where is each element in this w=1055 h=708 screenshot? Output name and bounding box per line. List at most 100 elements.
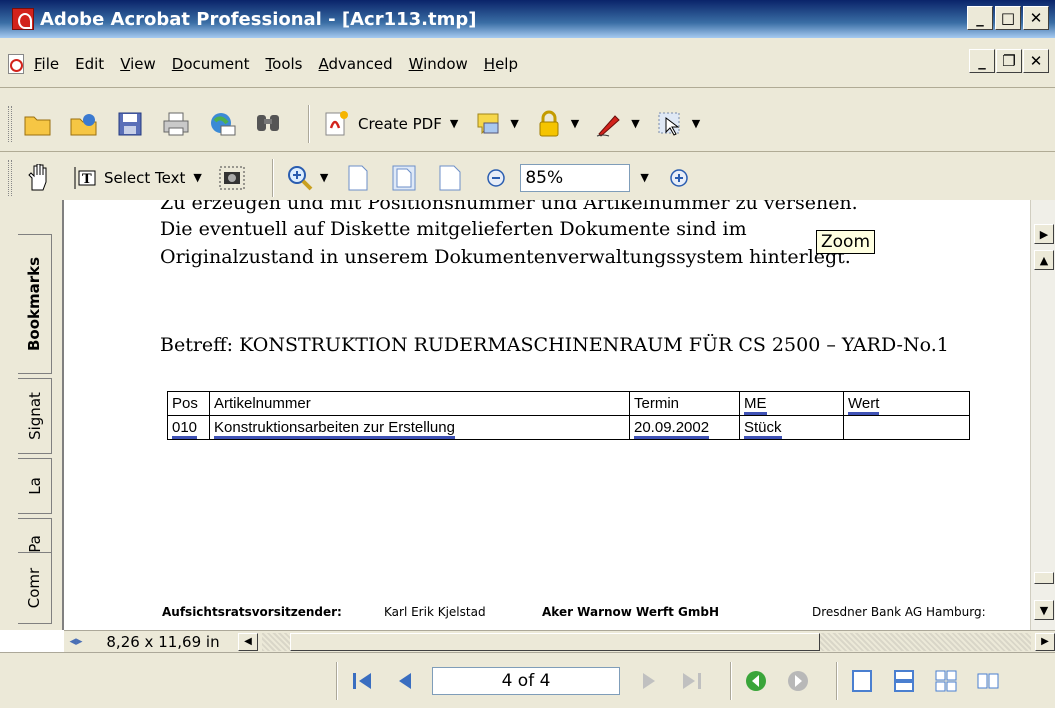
actual-size-icon[interactable]: [342, 162, 374, 194]
svg-text:T: T: [82, 172, 92, 187]
scroll-up-arrow-icon[interactable]: ▲: [1034, 250, 1054, 270]
select-dropdown-icon[interactable]: ▼: [193, 171, 201, 184]
footer-name: Karl Erik Kjelstad: [384, 605, 486, 619]
menu-advanced[interactable]: Advanced: [319, 55, 393, 73]
menu-tools[interactable]: Tools: [266, 55, 303, 73]
document-icon[interactable]: [6, 53, 26, 75]
forms-dropdown-icon[interactable]: ▼: [692, 117, 700, 130]
open-icon[interactable]: [22, 108, 54, 140]
table-cell: 20.09.2002: [629, 415, 740, 440]
zoom-level-dropdown-icon[interactable]: ▼: [640, 171, 648, 184]
facing-icon[interactable]: [974, 667, 1002, 695]
zoom-in-tool-icon[interactable]: [284, 162, 316, 194]
save-icon[interactable]: [114, 108, 146, 140]
window-title: Adobe Acrobat Professional - [Acr113.tmp…: [40, 8, 477, 30]
nav-separator: [836, 661, 838, 700]
page-number-field[interactable]: 4 of 4: [432, 666, 620, 695]
menu-edit[interactable]: Edit: [75, 55, 104, 73]
first-page-icon[interactable]: [348, 667, 376, 695]
menu-document[interactable]: Document: [172, 55, 250, 73]
continuous-icon[interactable]: [890, 667, 918, 695]
next-page-arrow-icon[interactable]: ▶: [1034, 224, 1054, 244]
table-cell: 010: [167, 415, 210, 440]
create-pdf-icon[interactable]: [320, 108, 352, 140]
secure-dropdown-icon[interactable]: ▼: [571, 117, 579, 130]
tab-comments[interactable]: Comr: [18, 552, 52, 624]
snapshot-icon[interactable]: [216, 162, 248, 194]
toolbar-separator: [308, 104, 310, 143]
scroll-down-arrow-icon[interactable]: ▼: [1034, 600, 1054, 620]
pen-icon[interactable]: [593, 108, 625, 140]
horizontal-scroll-track[interactable]: [262, 632, 1031, 651]
next-view-icon[interactable]: [784, 667, 812, 695]
next-page-icon[interactable]: [636, 667, 664, 695]
print-icon[interactable]: [160, 108, 192, 140]
table-header: Pos: [167, 391, 210, 416]
doc-line: Originalzustand in unserem Dokumentenver…: [160, 246, 851, 268]
select-text-label[interactable]: Select Text: [104, 169, 185, 187]
previous-page-icon[interactable]: [390, 667, 418, 695]
last-page-icon[interactable]: [678, 667, 706, 695]
menu-bar: File Edit View Document Tools Advanced W…: [0, 40, 1055, 88]
fit-width-icon[interactable]: [434, 162, 466, 194]
organizer-icon[interactable]: [68, 108, 100, 140]
horizontal-scroll-thumb[interactable]: [290, 632, 820, 651]
search-icon[interactable]: [252, 108, 284, 140]
doc-close-button[interactable]: ✕: [1023, 49, 1049, 73]
table-header: Wert: [843, 391, 970, 416]
scroll-right-arrow-icon[interactable]: ▶: [1035, 632, 1055, 651]
table-header-row: Pos Artikelnummer Termin ME Wert: [167, 391, 970, 416]
create-pdf-dropdown-icon[interactable]: ▼: [450, 117, 458, 130]
tab-layers[interactable]: La: [18, 458, 52, 514]
scroll-left-arrow-icon[interactable]: ◀: [238, 632, 258, 651]
sign-dropdown-icon[interactable]: ▼: [631, 117, 639, 130]
lock-icon[interactable]: [533, 108, 565, 140]
basic-tools-toolbar: T Select Text ▼ ▼ 85% ▼: [0, 150, 1055, 206]
document-area: Bookmarks Signat La Pa Comr Zu erzeugen …: [0, 200, 1055, 652]
hand-tool-icon[interactable]: [22, 162, 54, 194]
table-header: ME: [739, 391, 844, 416]
navigation-bar: 4 of 4: [0, 652, 1055, 708]
form-select-icon[interactable]: [654, 108, 686, 140]
toolbar-grip[interactable]: [8, 105, 12, 142]
create-pdf-label[interactable]: Create PDF: [358, 115, 442, 133]
menu-window[interactable]: Window: [409, 55, 468, 73]
file-toolbar: Create PDF ▼ ▼ ▼ ▼ ▼: [0, 96, 1055, 152]
nav-separator: [336, 661, 338, 700]
footer-bank: Dresdner Bank AG Hamburg:: [812, 605, 986, 619]
doc-restore-button[interactable]: ❐: [996, 49, 1022, 73]
close-button[interactable]: ✕: [1023, 6, 1049, 30]
email-icon[interactable]: [206, 108, 238, 140]
tab-bookmarks[interactable]: Bookmarks: [18, 234, 52, 374]
select-text-icon[interactable]: T: [68, 162, 100, 194]
tab-signatures[interactable]: Signat: [18, 378, 52, 454]
toolbar-grip[interactable]: [8, 159, 12, 196]
zoom-out-icon[interactable]: [480, 162, 512, 194]
order-table: Pos Artikelnummer Termin ME Wert 010 Kon…: [167, 391, 970, 440]
table-header: Artikelnummer: [209, 391, 630, 416]
zoom-level-input[interactable]: 85%: [520, 163, 631, 192]
table-row: 010 Konstruktionsarbeiten zur Erstellung…: [167, 415, 970, 440]
comment-dropdown-icon[interactable]: ▼: [510, 117, 518, 130]
menu-file[interactable]: File: [34, 55, 59, 73]
footer-company: Aker Warnow Werft GmbH: [542, 605, 720, 619]
maximize-button[interactable]: □: [995, 6, 1021, 30]
split-handle-icon[interactable]: ◂▸: [64, 634, 88, 649]
doc-minimize-button[interactable]: _: [969, 49, 995, 73]
continuous-facing-icon[interactable]: [932, 667, 960, 695]
previous-view-icon[interactable]: [742, 667, 770, 695]
zoom-in-icon[interactable]: [663, 162, 695, 194]
scroll-thumb[interactable]: [1034, 572, 1054, 584]
navigation-panel: Bookmarks Signat La Pa Comr: [0, 200, 64, 630]
nav-separator: [730, 661, 732, 700]
vertical-scrollbar[interactable]: ▶ ▲ ▼: [1030, 200, 1055, 630]
fit-page-icon[interactable]: [388, 162, 420, 194]
minimize-button[interactable]: _: [967, 6, 993, 30]
zoom-tool-dropdown-icon[interactable]: ▼: [320, 171, 328, 184]
comment-icon[interactable]: [472, 108, 504, 140]
menu-help[interactable]: Help: [484, 55, 518, 73]
menu-view[interactable]: View: [120, 55, 156, 73]
pdf-page[interactable]: Zu erzeugen und mit Positionsnummer und …: [64, 200, 1030, 630]
toolbar-separator: [271, 158, 274, 197]
single-page-icon[interactable]: [848, 667, 876, 695]
